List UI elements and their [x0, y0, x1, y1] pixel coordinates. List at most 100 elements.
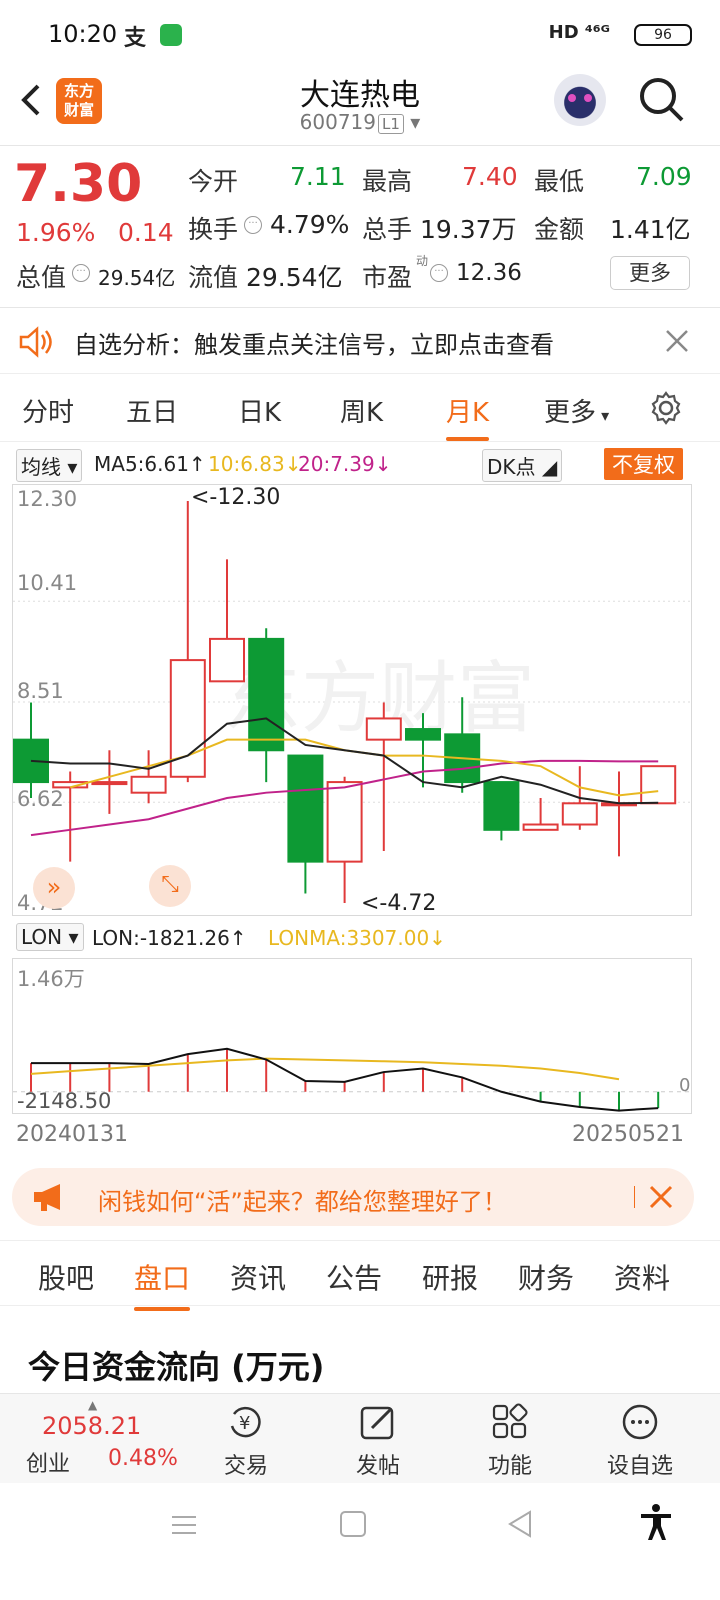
banner-close-icon[interactable] — [648, 1184, 674, 1210]
open-label: 今开 — [188, 167, 239, 196]
ma20-value: 20:7.39↓ — [298, 452, 392, 476]
info-icon[interactable]: ··· — [430, 264, 448, 282]
dk-point-button[interactable]: DK点 ◢ — [482, 449, 563, 482]
tab-daily-k[interactable]: 日K — [238, 392, 281, 429]
candle-body — [209, 637, 245, 683]
index-value[interactable]: 2058.21 — [42, 1412, 141, 1440]
adjust-button[interactable]: 不复权 — [604, 448, 683, 480]
volume-value: 19.37万 — [420, 215, 517, 244]
tab-profile[interactable]: 资料 — [614, 1257, 670, 1297]
candle-body — [365, 717, 402, 741]
current-price: 7.30 — [14, 154, 143, 214]
post-label: 发帖 — [355, 1454, 400, 1479]
tab-intraday[interactable]: 分时 — [22, 392, 74, 429]
ma5-value: MA5:6.61↑ — [94, 452, 206, 476]
tab-monthly-k[interactable]: 月K — [446, 392, 490, 441]
turnover-label: 换手 — [188, 215, 239, 244]
analysis-alert[interactable]: 自选分析：触发重点关注信号，立即点击查看 — [0, 310, 720, 374]
high-marker-label: <-12.30 — [191, 485, 281, 510]
pe-value: 12.36 — [456, 260, 522, 286]
float-value: 29.54亿 — [246, 263, 343, 292]
level-badge: L1 — [378, 114, 404, 134]
candle-body — [326, 781, 363, 863]
low-label: 最低 — [534, 167, 585, 196]
stock-code-line[interactable]: 600719 L1 ▾ — [0, 110, 720, 134]
period-tabs: 分时 五日 日K 周K 月K 更多 ▾ — [0, 378, 720, 442]
ma-selector[interactable]: 均线 ▾ — [16, 449, 83, 482]
assistant-robot-icon[interactable] — [554, 74, 606, 126]
svg-text:¥: ¥ — [239, 1413, 250, 1434]
promo-banner[interactable]: 闲钱如何“活”起来？都给您整理好了！ — [12, 1168, 694, 1226]
nav-post[interactable]: 发帖 — [328, 1394, 428, 1484]
accessibility-icon[interactable] — [638, 1503, 674, 1543]
back-nav-icon[interactable] — [506, 1509, 536, 1539]
lon-zero-label: 0 — [679, 1075, 691, 1096]
trade-icon: ¥ — [226, 1402, 266, 1442]
nav-functions[interactable]: 功能 — [460, 1394, 560, 1484]
candle-body — [522, 823, 559, 831]
megaphone-icon — [32, 1182, 72, 1212]
nav-add-watchlist[interactable]: 设自选 — [590, 1394, 690, 1484]
section-title: 今日资金流向 (万元) — [28, 1348, 325, 1386]
lonma-line — [30, 1057, 620, 1081]
info-icon[interactable]: ··· — [72, 264, 90, 282]
expand-right-icon[interactable]: » — [33, 867, 75, 909]
home-icon[interactable] — [340, 1511, 366, 1537]
candle-body — [91, 781, 128, 786]
battery-icon: 96 — [634, 24, 692, 46]
change-amount: 0.14 — [118, 218, 174, 247]
dropdown-icon: ▾ — [403, 110, 421, 134]
close-icon[interactable] — [664, 328, 690, 354]
more-button[interactable]: 更多 — [610, 256, 690, 290]
pe-superscript: 动 — [416, 254, 429, 268]
up-arrow-icon: ▲ — [88, 1398, 98, 1412]
kline-chart[interactable]: 东方财富 12.30 10.41 8.51 6.62 4.72 <-12.30 … — [12, 484, 692, 916]
mktcap-value: 29.54亿 — [98, 266, 176, 290]
y-label-top: 12.30 — [17, 487, 78, 511]
bottom-nav: ▲ 2058.21 创业 0.48% ¥ 交易 发帖 功能 设自选 — [0, 1393, 720, 1483]
quote-panel: 7.30 1.96% 0.14 今开 7.11 最高 7.40 最低 7.09 … — [0, 146, 720, 308]
grid-icon — [490, 1402, 530, 1442]
tab-order-book[interactable]: 盘口 — [134, 1257, 191, 1311]
banner-text: 闲钱如何“活”起来？都给您整理好了！ — [98, 1188, 507, 1216]
high-value: 7.40 — [462, 162, 518, 191]
edit-icon — [358, 1402, 398, 1442]
y-label-2: 10.41 — [17, 571, 78, 595]
settings-gear-icon[interactable] — [648, 390, 684, 426]
menu-icon[interactable] — [170, 1511, 198, 1539]
candle-body — [287, 754, 324, 863]
candle-body — [405, 728, 441, 741]
tab-five-day[interactable]: 五日 — [126, 392, 178, 429]
nav-trade[interactable]: ¥ 交易 — [196, 1394, 296, 1484]
lon-bottom-label: -2148.50 — [17, 1089, 112, 1113]
tab-announcements[interactable]: 公告 — [326, 1257, 382, 1297]
tab-financials[interactable]: 财务 — [518, 1257, 574, 1297]
search-icon[interactable] — [638, 76, 686, 124]
status-time: 10:20 — [48, 20, 118, 48]
stock-header: 东方 财富 大连热电 600719 L1 ▾ — [0, 70, 720, 146]
lon-line — [31, 1047, 659, 1112]
info-icon[interactable]: ··· — [244, 216, 262, 234]
y-label-4: 6.62 — [17, 787, 64, 811]
trade-label: 交易 — [223, 1454, 268, 1479]
low-value: 7.09 — [636, 162, 692, 191]
index-name[interactable]: 创业 — [26, 1446, 70, 1478]
lon-chart[interactable]: 1.46万 -2148.50 0 — [12, 958, 692, 1114]
tab-news[interactable]: 资讯 — [230, 1257, 286, 1297]
stock-code: 600719 — [299, 110, 377, 134]
lon-selector[interactable]: LON ▾ — [16, 923, 84, 951]
index-percent[interactable]: 0.48% — [108, 1446, 178, 1471]
fullscreen-icon[interactable]: ⤡ — [149, 865, 191, 907]
candle-body — [640, 765, 677, 805]
info-tabs: 股吧 盘口 资讯 公告 研报 财务 资料 — [0, 1240, 720, 1311]
tab-forum[interactable]: 股吧 — [38, 1257, 94, 1297]
lon-value: LON:-1821.26↑ — [92, 926, 247, 950]
tab-weekly-k[interactable]: 周K — [340, 392, 383, 429]
turnover-value: 4.79% — [270, 210, 350, 239]
tab-more[interactable]: 更多 ▾ — [544, 392, 609, 429]
stock-name: 大连热电 — [300, 78, 420, 113]
system-nav-bar — [0, 1483, 720, 1600]
message-app-icon — [160, 24, 182, 46]
lon-indicator-row: LON ▾ LON:-1821.26↑ LONMA:3307.00↓ — [0, 920, 720, 956]
tab-research[interactable]: 研报 — [422, 1257, 478, 1297]
